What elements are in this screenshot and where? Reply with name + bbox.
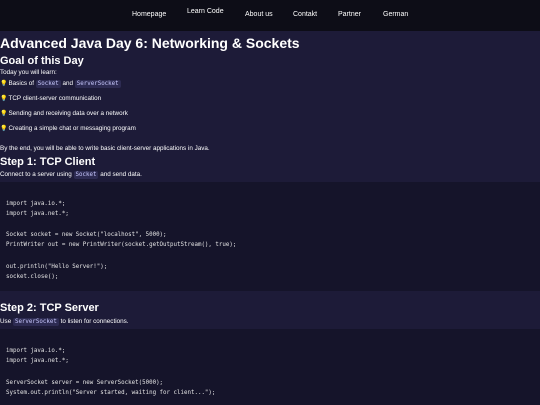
lightbulb-icon: 💡 [0,126,8,132]
nav-link-german[interactable]: German [383,11,408,18]
step1-heading: Step 1: TCP Client [0,156,96,168]
code-line: import java.net.*; [6,211,69,217]
lightbulb-icon: 💡 [0,96,8,102]
nav-link-homepage[interactable]: Homepage [132,11,166,18]
lightbulb-icon: 💡 [0,81,8,87]
inline-code: Socket [73,171,99,179]
code-line: import java.net.*; [6,358,69,364]
goal-heading: Goal of this Day [0,55,84,67]
code-line: Socket socket = new Socket("localhost", … [6,232,167,238]
lightbulb-icon: 💡 [0,111,8,117]
goal-bullet-2: 💡TCP client-server communication [0,95,102,102]
nav-link-contact[interactable]: Contakt [293,11,317,18]
inline-code: ServerSocket [12,318,59,326]
code-line: import java.io.*; [6,348,66,354]
inline-code: ServerSocket [74,80,121,88]
goal-bullet-3: 💡Sending and receiving data over a netwo… [0,110,128,117]
step2-description: Use ServerSocket to listen for connectio… [0,318,129,326]
page-title: Advanced Java Day 6: Networking & Socket… [0,35,300,51]
goal-bullet-1: 💡Basics of Socket and ServerSocket [0,80,121,88]
goal-intro: Today you will learn: [0,69,57,76]
step2-code-block: import java.io.*; import java.net.*; Ser… [0,329,540,405]
inline-code: Socket [35,80,61,88]
top-navigation: Homepage Learn Code About us Contakt Par… [0,0,540,31]
code-line: PrintWriter out = new PrintWriter(socket… [6,242,237,248]
step1-code-block: import java.io.*; import java.net.*; Soc… [0,182,540,291]
code-line: ServerSocket server = new ServerSocket(5… [6,380,164,386]
nav-link-about-us[interactable]: About us [245,11,273,18]
goal-bullet-4: 💡Creating a simple chat or messaging pro… [0,125,136,132]
code-line: out.println("Hello Server!"); [6,264,108,270]
step2-heading: Step 2: TCP Server [0,302,99,314]
code-line: import java.io.*; [6,201,66,207]
goal-summary: By the end, you will be able to write ba… [0,145,210,152]
code-line: socket.close(); [6,274,59,280]
code-line: System.out.println("Server started, wait… [6,390,216,396]
step1-description: Connect to a server using Socket and sen… [0,171,142,179]
nav-link-learn-code[interactable]: Learn Code [187,8,224,15]
nav-link-partner[interactable]: Partner [338,11,361,18]
